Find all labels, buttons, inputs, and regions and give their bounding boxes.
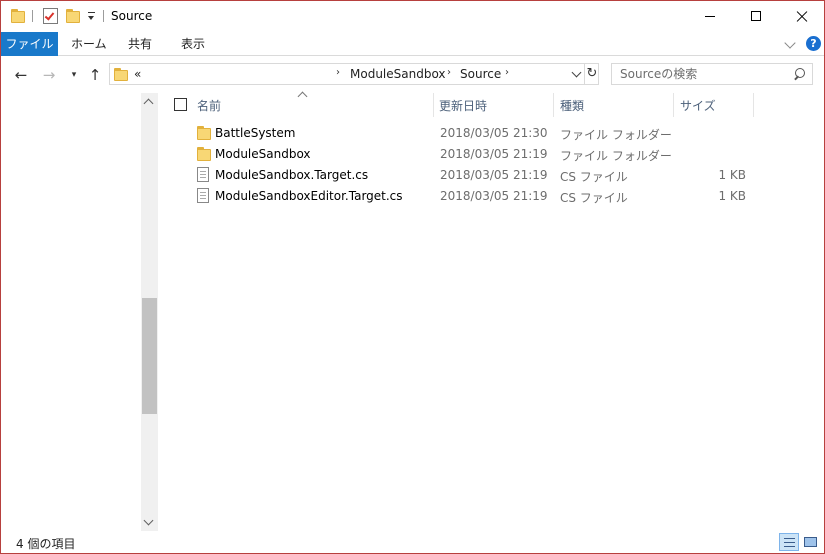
tab-home[interactable]: ホーム xyxy=(71,32,107,56)
column-date-modified[interactable]: 更新日時 xyxy=(439,97,487,114)
file-type: CS ファイル xyxy=(560,191,628,205)
column-type[interactable]: 種類 xyxy=(560,97,584,114)
search-box[interactable] xyxy=(611,63,813,85)
file-name: ModuleSandboxEditor.Target.cs xyxy=(215,189,403,203)
status-bar: 4 個の項目 xyxy=(1,531,824,553)
breadcrumb-modulesandbox[interactable]: ModuleSandbox xyxy=(350,67,446,81)
window-folder-icon xyxy=(11,9,25,23)
maximize-button[interactable] xyxy=(733,1,779,32)
help-icon[interactable]: ? xyxy=(806,36,821,51)
chevron-down-icon xyxy=(571,67,582,78)
folder-icon xyxy=(197,147,211,161)
address-folder-icon xyxy=(114,68,128,81)
expand-ribbon-icon[interactable] xyxy=(784,37,796,49)
ribbon: ファイル ホーム 共有 表示 ? xyxy=(1,32,824,56)
title-separator xyxy=(103,10,104,22)
window-title: Source xyxy=(111,9,153,23)
column-header: 名前 更新日時 種類 サイズ xyxy=(160,91,824,117)
title-bar: Source xyxy=(1,1,824,32)
forward-button[interactable]: → xyxy=(39,65,59,85)
file-name: BattleSystem xyxy=(215,126,296,140)
scroll-up-icon[interactable] xyxy=(143,98,154,109)
address-dropdown-button[interactable] xyxy=(569,64,583,84)
file-row[interactable]: BattleSystem 2018/03/05 21:30 ファイル フォルダー xyxy=(188,123,748,144)
details-view-button[interactable] xyxy=(779,533,799,551)
close-button[interactable] xyxy=(779,1,824,32)
minimize-icon xyxy=(705,16,715,17)
large-icons-icon xyxy=(804,537,817,547)
new-folder-icon[interactable] xyxy=(66,9,80,23)
select-all-checkbox[interactable] xyxy=(174,98,187,111)
search-input[interactable] xyxy=(612,64,792,84)
file-type: ファイル フォルダー xyxy=(560,128,672,142)
file-date: 2018/03/05 21:30 xyxy=(440,126,548,140)
navigation-bar: ← → ▾ ↑ « › ModuleSandbox › Source › ↻ xyxy=(1,57,824,93)
up-button[interactable]: ↑ xyxy=(85,65,105,85)
file-list: 名前 更新日時 種類 サイズ BattleSystem 2018/03/05 2… xyxy=(160,91,824,531)
folder-icon xyxy=(197,126,211,140)
maximize-icon xyxy=(751,11,761,21)
document-icon xyxy=(197,167,209,182)
file-row[interactable]: ModuleSandbox 2018/03/05 21:19 ファイル フォルダ… xyxy=(188,144,748,165)
toolbar-separator xyxy=(32,10,33,22)
navigation-scrollbar[interactable] xyxy=(141,93,158,531)
scrollbar-thumb[interactable] xyxy=(142,298,157,414)
tab-file[interactable]: ファイル xyxy=(1,32,58,56)
file-date: 2018/03/05 21:19 xyxy=(440,189,548,203)
navigation-pane[interactable] xyxy=(1,93,159,531)
file-date: 2018/03/05 21:19 xyxy=(440,168,548,182)
column-size[interactable]: サイズ xyxy=(680,97,716,114)
column-name[interactable]: 名前 xyxy=(197,97,221,114)
scroll-down-icon[interactable] xyxy=(143,515,154,526)
item-count: 4 個の項目 xyxy=(16,537,76,551)
file-row[interactable]: ModuleSandboxEditor.Target.cs 2018/03/05… xyxy=(188,186,748,207)
file-type: ファイル フォルダー xyxy=(560,149,672,163)
sort-ascending-icon xyxy=(297,91,308,102)
back-button[interactable]: ← xyxy=(11,65,31,85)
tab-view[interactable]: 表示 xyxy=(181,32,205,56)
file-name: ModuleSandbox.Target.cs xyxy=(215,168,369,182)
breadcrumb-overflow[interactable]: « xyxy=(134,67,141,81)
tab-share[interactable]: 共有 xyxy=(128,32,152,56)
breadcrumb-source[interactable]: Source xyxy=(460,67,501,81)
recent-locations-button[interactable]: ▾ xyxy=(64,65,84,85)
file-name: ModuleSandbox xyxy=(215,147,311,161)
explorer-window: Source ファイル ホーム 共有 表示 ? ← → ▾ ↑ « › Modu… xyxy=(0,0,825,554)
address-bar[interactable]: « › ModuleSandbox › Source › ↻ xyxy=(109,63,599,85)
refresh-button[interactable]: ↻ xyxy=(584,64,599,84)
properties-icon[interactable] xyxy=(43,8,58,24)
file-type: CS ファイル xyxy=(560,170,628,184)
customize-toolbar-icon[interactable] xyxy=(87,10,96,22)
breadcrumb-separator[interactable]: › xyxy=(505,67,509,78)
breadcrumb-separator[interactable]: › xyxy=(336,67,340,78)
file-row[interactable]: ModuleSandbox.Target.cs 2018/03/05 21:19… xyxy=(188,165,748,186)
file-size: 1 KB xyxy=(718,189,746,203)
file-size: 1 KB xyxy=(718,168,746,182)
large-icons-view-button[interactable] xyxy=(801,533,821,551)
minimize-button[interactable] xyxy=(687,1,733,32)
file-date: 2018/03/05 21:19 xyxy=(440,147,548,161)
document-icon xyxy=(197,188,209,203)
breadcrumb-separator[interactable]: › xyxy=(447,67,451,78)
